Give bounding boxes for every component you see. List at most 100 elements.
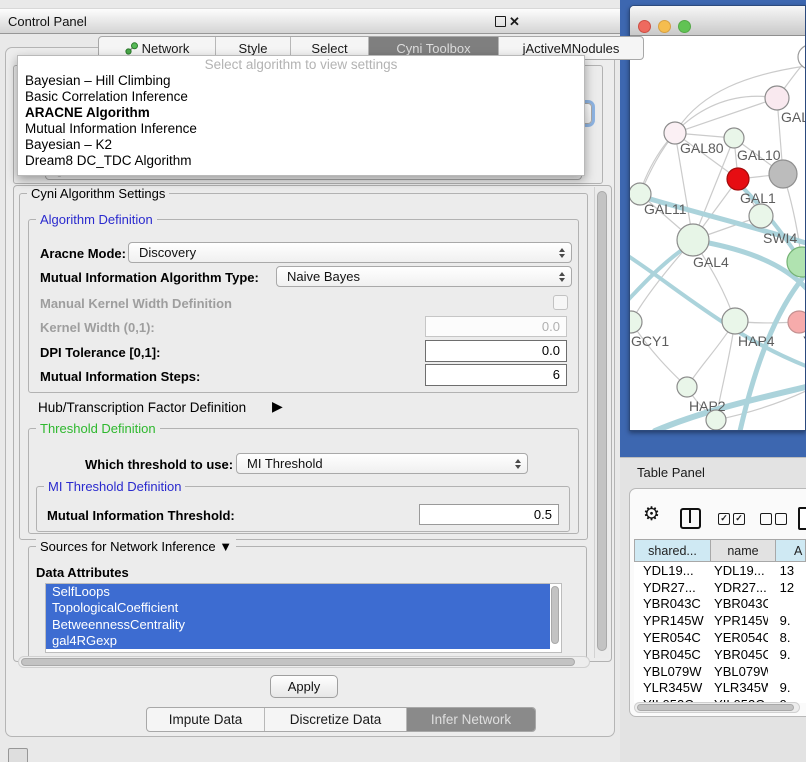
table-cell: YBR043C [706, 596, 768, 611]
network-node-label: HAP4 [738, 333, 775, 349]
network-node-label: GAL1 [740, 190, 776, 206]
mi-threshold-field[interactable]: 0.5 [419, 504, 559, 525]
table-row[interactable]: YER054CYER054C8. [634, 629, 806, 646]
table-cell: 9. [768, 680, 806, 695]
attribute-item[interactable]: gal4RGexp [46, 633, 550, 649]
list-scrollbar-thumb[interactable] [551, 586, 559, 644]
network-node-gal10[interactable] [724, 128, 744, 148]
table-body: YDL19...YDL19...13YDR27...YDR27...12YBR0… [634, 562, 806, 703]
kernel-width-field[interactable]: 0.0 [425, 316, 567, 337]
network-node-hap4[interactable] [722, 308, 748, 334]
network-node[interactable] [769, 160, 797, 188]
window-minimize-button[interactable] [658, 20, 671, 33]
network-node-hap2[interactable] [677, 377, 697, 397]
network-node-swi4[interactable] [749, 204, 773, 228]
table-cell: 13 [768, 563, 806, 578]
table-row[interactable]: YLR345WYLR345W9. [634, 680, 806, 697]
settings-horizontal-scrollbar[interactable] [18, 656, 590, 668]
network-node-label: GAL80 [680, 140, 724, 156]
hub-expand-arrow-icon[interactable]: ▶ [272, 398, 283, 415]
table-row[interactable]: YDR27...YDR27...12 [634, 579, 806, 596]
algorithm-option[interactable]: Bayesian – K2 [18, 137, 584, 153]
manual-kernel-checkbox[interactable] [553, 295, 568, 310]
hide-columns-icon[interactable] [760, 513, 787, 525]
tab-infer-network[interactable]: Infer Network [407, 708, 535, 731]
split-pane-icon[interactable] [680, 508, 701, 529]
algorithm-option[interactable]: Bayesian – Hill Climbing [18, 73, 584, 89]
table-cell: YDL19... [634, 563, 706, 578]
algorithm-option-highlighted[interactable]: ARACNE Algorithm [18, 105, 584, 121]
tab-impute-data[interactable]: Impute Data [147, 708, 265, 731]
group-title: Cyni Algorithm Settings [27, 186, 169, 201]
table-row[interactable]: YBR043CYBR043C [634, 596, 806, 613]
dpi-tolerance-field[interactable]: 0.0 [425, 340, 567, 362]
network-node-label: GAL4 [693, 254, 729, 270]
which-threshold-combo[interactable]: MI Threshold [236, 453, 528, 474]
table-cell: YLR345W [634, 680, 706, 695]
table-cell: YBR045C [706, 647, 768, 662]
combo-stepper-icon [515, 459, 521, 469]
tab-label: Network [142, 41, 190, 56]
close-panel-icon[interactable]: ✕ [509, 15, 520, 28]
data-attributes-list[interactable]: SelfLoops TopologicalCoefficient Between… [45, 583, 562, 653]
table-row[interactable]: YDL19...YDL19...13 [634, 562, 806, 579]
network-icon [125, 42, 138, 55]
tab-label: Select [311, 41, 347, 56]
network-node-y[interactable] [788, 311, 806, 333]
column-header-shared-name[interactable]: shared... [634, 539, 711, 562]
network-canvas[interactable]: GALGAL80GAL10GAL1SWI4GAL11GAL4GCY1HAP4YH… [630, 36, 806, 431]
network-node-gal1[interactable] [727, 168, 749, 190]
gear-icon[interactable]: ⚙ [643, 504, 660, 526]
table-cell: YDL19... [706, 563, 768, 578]
mi-algorithm-type-combo[interactable]: Naive Bayes [276, 266, 572, 287]
window-close-button[interactable] [638, 20, 651, 33]
table-cell: YDR27... [634, 580, 706, 595]
float-panel-icon[interactable] [495, 16, 506, 27]
algorithm-option[interactable]: Basic Correlation Inference [18, 89, 584, 105]
tab-label: Discretize Data [290, 712, 382, 727]
scrollbar-thumb[interactable] [21, 658, 575, 666]
table-row[interactable]: YPR145WYPR145W9. [634, 612, 806, 629]
algorithm-option[interactable]: Mutual Information Inference [18, 121, 584, 137]
table-row[interactable]: YBR045CYBR045C9. [634, 646, 806, 663]
table-cell: YBL079W [706, 664, 768, 679]
apply-button[interactable]: Apply [270, 675, 338, 698]
table-row[interactable]: YBL079WYBL079W [634, 663, 806, 680]
network-window-titlebar[interactable] [630, 6, 805, 36]
show-columns-icon[interactable]: ✓✓ [718, 513, 745, 525]
function-builder-icon[interactable] [798, 507, 806, 530]
network-node-gcy1[interactable] [630, 311, 642, 333]
network-node-gal[interactable] [765, 86, 789, 110]
mi-steps-label: Mutual Information Steps: [40, 369, 200, 384]
window-zoom-button[interactable] [678, 20, 691, 33]
table-horizontal-scrollbar[interactable] [634, 702, 800, 713]
sources-collapse-arrow-icon[interactable]: ▼ [219, 539, 232, 554]
scrollbar-thumb[interactable] [597, 191, 607, 651]
algorithm-option[interactable]: Dream8 DC_TDC Algorithm [18, 153, 584, 169]
attribute-item[interactable]: TopologicalCoefficient [46, 600, 550, 616]
table-panel-title: Table Panel [637, 465, 705, 480]
group-title: MI Threshold Definition [44, 479, 185, 494]
scrollbar-thumb[interactable] [637, 704, 794, 711]
column-header-name[interactable]: name [710, 539, 776, 562]
cyni-bottom-tabbar: Impute Data Discretize Data Infer Networ… [146, 707, 536, 732]
column-header-partial[interactable]: A [775, 539, 806, 562]
settings-vertical-scrollbar[interactable] [594, 187, 609, 658]
aracne-mode-combo[interactable]: Discovery [128, 242, 572, 263]
tab-label: Style [239, 41, 268, 56]
tab-discretize-data[interactable]: Discretize Data [265, 708, 407, 731]
combo-stepper-icon [559, 272, 565, 282]
network-node[interactable] [798, 45, 806, 69]
network-node-label: GAL [781, 109, 806, 125]
dock-panel-icon[interactable] [8, 748, 28, 762]
combo-stepper-icon [559, 248, 565, 258]
hub-definition-label[interactable]: Hub/Transcription Factor Definition [38, 400, 246, 415]
attribute-item[interactable]: SelfLoops [46, 584, 550, 600]
table-cell: 9. [768, 613, 806, 628]
attribute-item[interactable]: BetweennessCentrality [46, 617, 550, 633]
mi-steps-field[interactable]: 6 [425, 364, 567, 386]
table-cell: YDR27... [706, 580, 768, 595]
table-cell: 9. [768, 647, 806, 662]
network-node-label: GCY1 [631, 333, 669, 349]
network-node-gal4[interactable] [677, 224, 709, 256]
